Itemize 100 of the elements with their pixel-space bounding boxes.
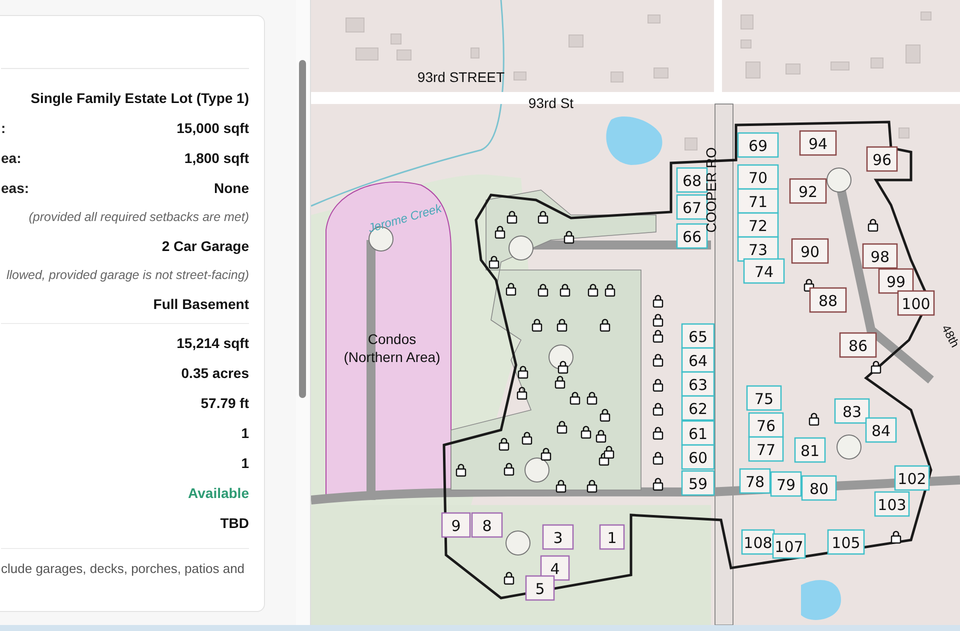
lot-parcel[interactable]: 61 <box>681 420 715 446</box>
building <box>654 68 668 78</box>
lot-parcel[interactable]: 80 <box>801 475 837 501</box>
detail-value: llowed, provided garage is not street-facing) <box>6 268 249 282</box>
lot-parcel[interactable]: 92 <box>789 178 827 204</box>
detail-value: 15,000 sqft <box>176 120 249 136</box>
lot-parcel[interactable]: 105 <box>827 529 865 555</box>
lot-parcel[interactable]: 96 <box>866 146 898 172</box>
cul-de-sac <box>506 530 530 556</box>
creek-label: Jerome Creek <box>366 201 444 236</box>
scrollbar-thumb[interactable] <box>299 60 306 398</box>
lock-icon <box>488 256 500 269</box>
building <box>346 18 364 32</box>
lock-icon <box>652 426 664 440</box>
pond <box>606 116 662 165</box>
lot-parcel[interactable]: 3 <box>542 524 574 550</box>
street-label: 93rd St <box>528 95 574 111</box>
lot-parcel[interactable]: 65 <box>681 323 715 349</box>
detail-value: Single Family Estate Lot (Type 1) <box>30 90 249 106</box>
lot-parcel[interactable]: 8 <box>471 512 503 538</box>
pond <box>801 580 841 620</box>
lot-parcel[interactable]: 78 <box>739 468 771 494</box>
lot-parcel[interactable]: 5 <box>525 575 555 601</box>
detail-value: 1,800 sqft <box>184 150 249 166</box>
lock-icon <box>890 530 902 544</box>
lot-parcel[interactable]: 107 <box>772 533 806 559</box>
lock-icon <box>808 412 820 426</box>
detail-value: 0.35 acres <box>181 365 249 381</box>
lock-icon <box>870 360 882 374</box>
building <box>740 40 752 48</box>
building <box>906 44 920 64</box>
building <box>610 72 624 82</box>
lot-parcel[interactable]: 77 <box>748 436 784 462</box>
lot-parcel[interactable]: 4 <box>540 555 570 581</box>
lot-parcel[interactable]: 62 <box>681 395 715 421</box>
lock-icon <box>538 210 548 224</box>
area-label: Condos <box>368 331 416 347</box>
lock-icon <box>506 210 518 224</box>
lock-icon <box>570 392 580 405</box>
building <box>684 138 698 150</box>
lot-parcel[interactable]: 76 <box>748 412 784 438</box>
building <box>390 34 402 44</box>
building <box>870 58 884 68</box>
lot-parcel[interactable]: 63 <box>681 371 715 397</box>
lock-icon <box>652 294 664 308</box>
lot-parcel[interactable]: 72 <box>737 212 779 238</box>
lot-parcel[interactable]: 1 <box>599 524 625 550</box>
lock-icon <box>652 402 664 416</box>
lock-icon <box>504 572 514 585</box>
building <box>740 14 754 30</box>
lot-parcel[interactable]: 69 <box>737 132 779 158</box>
lock-icon <box>538 284 548 297</box>
lock-icon <box>652 378 664 392</box>
lock-icon <box>604 284 616 297</box>
lot-parcel[interactable]: 83 <box>834 398 870 424</box>
lock-icon <box>516 386 528 400</box>
lock-icon <box>540 448 552 461</box>
building <box>898 128 910 138</box>
lock-icon <box>868 218 878 232</box>
building <box>470 48 480 58</box>
lot-parcel[interactable]: 79 <box>770 471 802 497</box>
lot-parcel[interactable]: 103 <box>874 491 910 517</box>
lock-icon <box>652 478 664 491</box>
lot-parcel[interactable]: 100 <box>897 290 935 316</box>
lot-parcel[interactable]: 64 <box>681 347 715 373</box>
lock-icon <box>518 366 528 379</box>
lock-icon <box>596 430 606 443</box>
lot-parcel[interactable]: 9 <box>441 512 471 538</box>
lot-parcel[interactable]: 90 <box>791 238 829 264</box>
lot-parcel[interactable]: 59 <box>681 470 715 496</box>
building <box>648 14 660 24</box>
lot-parcel[interactable]: 86 <box>839 332 877 358</box>
lot-parcel[interactable]: 81 <box>794 437 826 463</box>
lock-icon <box>600 408 610 422</box>
lot-parcel[interactable]: 108 <box>741 529 775 555</box>
lot-parcel[interactable]: 98 <box>862 243 898 269</box>
lot-parcel[interactable]: 102 <box>894 465 930 491</box>
lot-parcel[interactable]: 84 <box>865 417 897 443</box>
lock-icon <box>652 354 664 367</box>
lock-icon <box>498 438 510 451</box>
lot-parcel[interactable]: 71 <box>737 188 779 214</box>
building <box>356 48 378 60</box>
lock-icon <box>588 284 598 297</box>
lock-icon <box>504 462 514 476</box>
lot-parcel[interactable]: 60 <box>681 444 715 470</box>
lot-parcel[interactable]: 88 <box>809 287 847 313</box>
detail-value: 57.79 ft <box>200 395 249 411</box>
detail-value: (provided all required setbacks are met) <box>28 210 249 224</box>
lot-parcel[interactable]: 74 <box>743 258 785 284</box>
lot-parcel[interactable]: 73 <box>737 236 779 262</box>
cul-de-sac <box>826 168 852 192</box>
lot-parcel[interactable]: 75 <box>746 385 782 411</box>
detail-value: None <box>214 180 249 196</box>
lot-parcel[interactable]: 94 <box>799 130 837 156</box>
lot-parcel[interactable]: 99 <box>878 268 914 294</box>
lock-icon <box>652 452 664 465</box>
site-plan-map[interactable] <box>311 0 960 625</box>
street-label: 93rd STREET <box>417 69 505 85</box>
lot-parcel[interactable]: 70 <box>737 164 779 190</box>
area-label: (Northern Area) <box>344 349 440 365</box>
